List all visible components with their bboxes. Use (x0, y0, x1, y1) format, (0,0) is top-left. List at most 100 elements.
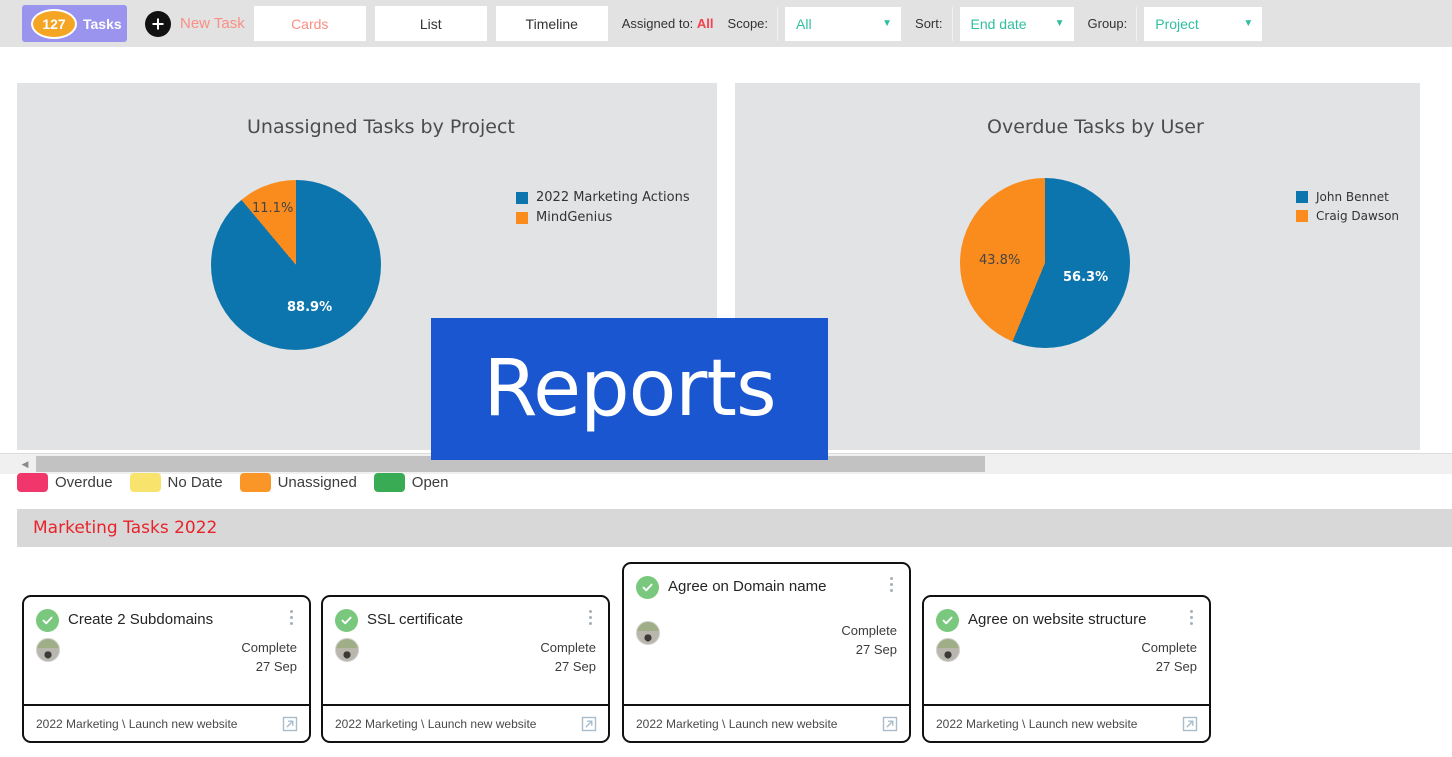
more-vertical-icon[interactable] (582, 608, 598, 628)
task-card-head: Agree on website structure (924, 597, 1209, 632)
avatar[interactable] (636, 621, 660, 645)
tab-list[interactable]: List (374, 6, 487, 41)
task-card[interactable]: Agree on website structure Complete 27 S… (922, 595, 1211, 743)
task-date-label: 27 Sep (855, 642, 897, 657)
chart-legend: John Bennet Craig Dawson (1296, 190, 1399, 228)
plus-icon[interactable] (145, 10, 171, 37)
chevron-down-icon: ▼ (882, 18, 893, 29)
reports-overlay: Reports (431, 318, 828, 460)
task-card-footer[interactable]: 2022 Marketing \ Launch new website (924, 704, 1209, 741)
status-swatch (239, 472, 271, 492)
group-label: Group: (1087, 16, 1128, 31)
tasks-badge[interactable]: 127 Tasks (22, 5, 127, 42)
assigned-to-label: Assigned to: (621, 16, 694, 31)
tab-cards[interactable]: Cards (253, 6, 366, 41)
sort-label: Sort: (915, 16, 943, 31)
task-card[interactable]: Create 2 Subdomains Complete 27 Sep 2022… (22, 595, 311, 743)
status-legend-item[interactable]: Open (373, 472, 461, 492)
legend-label: John Bennet (1316, 190, 1389, 204)
scope-label: Scope: (727, 16, 769, 31)
check-circle-icon[interactable] (36, 609, 59, 632)
legend-label: 2022 Marketing Actions (536, 190, 690, 205)
status-legend-item[interactable]: No Date (129, 472, 235, 492)
task-card-status: Complete 27 Sep (1141, 638, 1197, 676)
tab-timeline-label: Timeline (525, 15, 578, 32)
task-card[interactable]: Agree on Domain name Complete 27 Sep 202… (622, 562, 911, 743)
assigned-to-value: All (696, 16, 714, 31)
check-circle-icon[interactable] (335, 609, 358, 632)
more-vertical-icon[interactable] (283, 608, 299, 628)
task-date-label: 27 Sep (1155, 659, 1197, 674)
status-legend-label: Unassigned (277, 473, 357, 491)
status-legend: Overdue No Date Unassigned Open (17, 471, 466, 493)
status-swatch (17, 472, 48, 492)
more-vertical-icon[interactable] (883, 575, 899, 595)
task-status-label: Complete (1141, 640, 1197, 655)
legend-swatch (1296, 191, 1308, 203)
task-card-meta: Complete 27 Sep (624, 621, 909, 659)
task-card-body: Create 2 Subdomains Complete 27 Sep 2022… (24, 597, 309, 741)
legend-swatch (516, 211, 528, 224)
task-status-label: Complete (241, 640, 297, 655)
status-legend-label: Overdue (55, 473, 113, 491)
task-card-meta: Complete 27 Sep (24, 638, 309, 676)
toolbar-divider (777, 6, 779, 41)
open-external-icon[interactable] (1182, 716, 1198, 732)
task-card-footer[interactable]: 2022 Marketing \ Launch new website (624, 704, 909, 741)
caret-left-icon[interactable]: ◀ (17, 457, 33, 471)
task-date-label: 27 Sep (554, 659, 596, 674)
open-external-icon[interactable] (581, 716, 597, 732)
pie-chart-unassigned-tasks (211, 180, 381, 350)
new-task-button[interactable]: New Task (145, 10, 245, 37)
task-status-label: Complete (540, 640, 596, 655)
sort-select[interactable]: End date ▼ (959, 6, 1074, 41)
check-circle-icon[interactable] (636, 576, 659, 599)
toolbar-divider (1136, 6, 1138, 41)
group-select[interactable]: Project ▼ (1144, 6, 1263, 41)
more-vertical-icon[interactable] (1183, 608, 1199, 628)
task-card-path: 2022 Marketing \ Launch new website (936, 716, 1138, 731)
legend-item: MindGenius (516, 210, 690, 225)
legend-item: Craig Dawson (1296, 209, 1399, 223)
task-card-status: Complete 27 Sep (241, 638, 297, 676)
chart-legend: 2022 Marketing Actions MindGenius (516, 190, 690, 230)
open-external-icon[interactable] (882, 716, 898, 732)
task-card-body: Agree on website structure Complete 27 S… (924, 597, 1209, 741)
status-legend-item[interactable]: Overdue (17, 472, 125, 492)
status-legend-label: No Date (167, 473, 223, 491)
pie-slice-label: 88.9% (287, 300, 333, 315)
avatar[interactable] (936, 638, 960, 662)
reports-overlay-text: Reports (483, 344, 776, 434)
scope-select[interactable]: All ▼ (785, 6, 902, 41)
status-legend-item[interactable]: Unassigned (239, 472, 369, 492)
open-external-icon[interactable] (282, 716, 298, 732)
tab-list-label: List (419, 15, 442, 32)
legend-swatch (516, 191, 528, 204)
top-toolbar: 127 Tasks New Task Cards List Timeline A… (0, 0, 1452, 47)
task-card-footer[interactable]: 2022 Marketing \ Launch new website (323, 704, 608, 741)
task-card-title: SSL certificate (367, 611, 464, 628)
new-task-label: New Task (180, 15, 245, 32)
avatar[interactable] (36, 638, 60, 662)
toolbar-divider (951, 6, 953, 41)
task-date-label: 27 Sep (255, 659, 297, 674)
tasks-label: Tasks (83, 15, 122, 32)
group-header[interactable]: Marketing Tasks 2022 (17, 509, 1452, 547)
task-status-label: Complete (841, 623, 897, 638)
task-card-head: SSL certificate (323, 597, 608, 632)
chevron-down-icon: ▼ (1054, 18, 1065, 29)
task-card[interactable]: SSL certificate Complete 27 Sep 2022 Mar… (321, 595, 610, 743)
task-card-status: Complete 27 Sep (841, 621, 897, 659)
tab-cards-label: Cards (291, 15, 329, 32)
avatar[interactable] (335, 638, 359, 662)
assigned-to-filter[interactable]: Assigned to: All (622, 16, 714, 31)
task-card-footer[interactable]: 2022 Marketing \ Launch new website (24, 704, 309, 741)
status-swatch (373, 472, 405, 492)
group-value: Project (1155, 15, 1199, 32)
sort-value: End date (970, 15, 1027, 32)
check-circle-icon[interactable] (936, 609, 959, 632)
status-legend-label: Open (411, 473, 449, 491)
task-card-body: SSL certificate Complete 27 Sep 2022 Mar… (323, 597, 608, 741)
tab-timeline[interactable]: Timeline (495, 6, 608, 41)
task-card-status: Complete 27 Sep (540, 638, 596, 676)
